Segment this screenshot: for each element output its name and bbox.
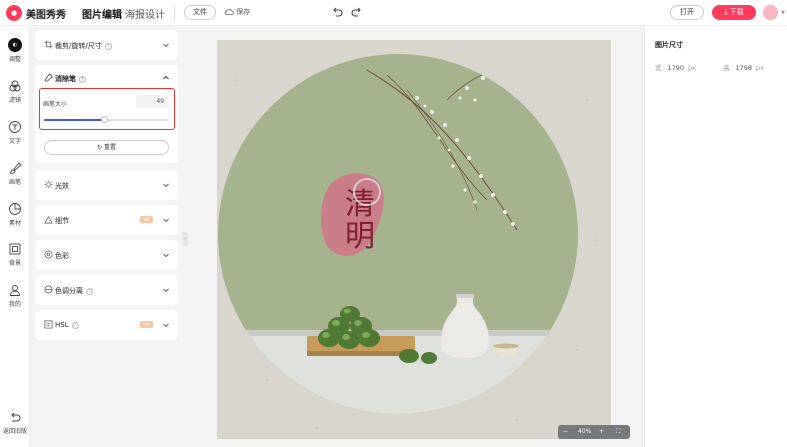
adjust-icon: ◐ (8, 38, 22, 52)
image-size-panel: 图片尺寸 宽 1790 px 高 1798 px (644, 26, 787, 447)
fit-screen-icon[interactable]: ⛶ (616, 425, 620, 439)
download-label: 下载 (729, 8, 744, 16)
background-icon (9, 243, 21, 255)
rail-item-sticker[interactable]: 素材 (0, 202, 30, 227)
top-header: ● 美图秀秀 图片编辑 海报设计 文件 保存 打开 ⤓ 下载 ▼ (0, 0, 787, 26)
chevron-down-icon[interactable] (162, 321, 170, 329)
app-logo[interactable]: ● (6, 5, 22, 21)
triangle-icon (44, 216, 53, 224)
reset-button[interactable]: ↻ 重置 (44, 140, 169, 155)
poster-image[interactable]: 清 明 (217, 40, 611, 439)
vip-badge: VIP (140, 216, 153, 223)
rail-item-filter[interactable]: 滤镜 (0, 79, 30, 104)
rail-item-label: 画笔 (8, 179, 21, 186)
vip-badge: VIP (140, 321, 153, 328)
section-label: HSL? (55, 321, 79, 329)
help-icon[interactable]: ? (71, 321, 79, 329)
open-button[interactable]: 打开 (670, 5, 704, 20)
rail-item-label: 滤镜 (8, 97, 21, 104)
chevron-down-icon[interactable] (162, 41, 170, 49)
sticker-icon (9, 203, 21, 215)
rail-item-mine[interactable]: 我的 (0, 283, 30, 308)
chevron-down-icon[interactable] (162, 251, 170, 259)
save-button[interactable]: 保存 (224, 6, 250, 18)
chevron-down-icon[interactable] (162, 181, 170, 189)
header-divider (174, 6, 175, 20)
chevron-up-icon[interactable] (162, 74, 170, 82)
section-label: 细节 (55, 217, 69, 225)
help-icon[interactable]: ? (104, 42, 112, 50)
return-icon (11, 412, 21, 422)
zoom-control: − 40% + ⛶ (558, 425, 630, 439)
tab-image-edit[interactable]: 图片编辑 (82, 6, 122, 21)
section-color[interactable]: 色彩 (35, 240, 178, 270)
brush-icon (9, 162, 22, 174)
section-label: 光效 (55, 182, 69, 190)
rail-item-label: 文字 (8, 138, 21, 145)
poster-artwork: 清 明 (217, 40, 611, 439)
user-icon (10, 285, 20, 296)
eraser-icon (44, 73, 53, 82)
cloud-icon (224, 8, 234, 15)
rail-item-brush[interactable]: 画笔 (0, 161, 30, 186)
section-light-effect[interactable]: 光效 (35, 170, 178, 200)
sun-icon (44, 180, 53, 189)
chevron-down-icon[interactable] (162, 216, 170, 224)
zoom-out-button[interactable]: − (563, 425, 568, 439)
height-field[interactable]: 高 1798 px (723, 62, 764, 72)
split-tone-icon (44, 285, 53, 294)
rail-item-text[interactable]: 文字 (0, 120, 30, 145)
eraser-title: 消除笔? (55, 74, 86, 84)
avatar[interactable] (762, 4, 779, 21)
download-button[interactable]: ⤓ 下载 (712, 5, 756, 20)
width-field[interactable]: 宽 1790 px (655, 62, 696, 72)
redo-icon[interactable] (350, 5, 364, 19)
section-detail[interactable]: 细节 VIP (35, 205, 178, 235)
reset-icon: ↻ (97, 144, 104, 151)
zoom-in-button[interactable]: + (599, 425, 604, 439)
section-hsl[interactable]: HSL? VIP (35, 310, 178, 340)
chevron-down-icon[interactable]: ▼ (781, 10, 785, 16)
save-label: 保存 (236, 8, 251, 16)
filter-icon (9, 80, 21, 92)
crop-icon (44, 40, 53, 49)
section-label: 色彩 (55, 252, 69, 260)
rail-item-label: 素材 (8, 220, 21, 227)
zoom-level: 40% (578, 428, 592, 435)
left-rail: ◐ 调整 滤镜 文字 画笔 素材 背景 我的 返回旧版 (0, 26, 30, 447)
crop-section[interactable]: 裁剪/旋转/尺寸? (35, 30, 178, 60)
image-size-title: 图片尺寸 (655, 41, 683, 49)
canvas-area: 清 明 (190, 26, 639, 447)
crop-label: 裁剪/旋转/尺寸? (55, 41, 112, 51)
back-to-old-version[interactable]: 返回旧版 (0, 410, 30, 435)
help-icon[interactable]: ? (86, 287, 93, 295)
chevron-down-icon[interactable] (162, 286, 170, 294)
section-split-toning[interactable]: 色调分离? (35, 275, 178, 305)
rail-item-label: 调整 (8, 56, 21, 63)
panel-collapse-handle[interactable]: ‹ (182, 232, 188, 246)
palette-icon (44, 250, 53, 259)
poster-title-char-2: 明 (345, 219, 375, 254)
help-icon[interactable]: ? (79, 75, 86, 83)
rail-item-label: 我的 (8, 301, 21, 308)
file-button[interactable]: 文件 (184, 5, 216, 20)
rail-item-adjust[interactable]: ◐ 调整 (0, 38, 30, 63)
hsl-icon (44, 320, 53, 329)
back-label: 返回旧版 (2, 428, 27, 435)
brand-name: 美图秀秀 (26, 10, 66, 21)
tab-poster-design[interactable]: 海报设计 (125, 6, 165, 21)
rail-item-background[interactable]: 背景 (0, 242, 30, 267)
rail-item-label: 背景 (8, 260, 21, 267)
section-label: 色调分离? (55, 286, 93, 296)
undo-icon[interactable] (330, 5, 344, 19)
text-icon (9, 121, 21, 133)
highlight-box (39, 88, 175, 130)
